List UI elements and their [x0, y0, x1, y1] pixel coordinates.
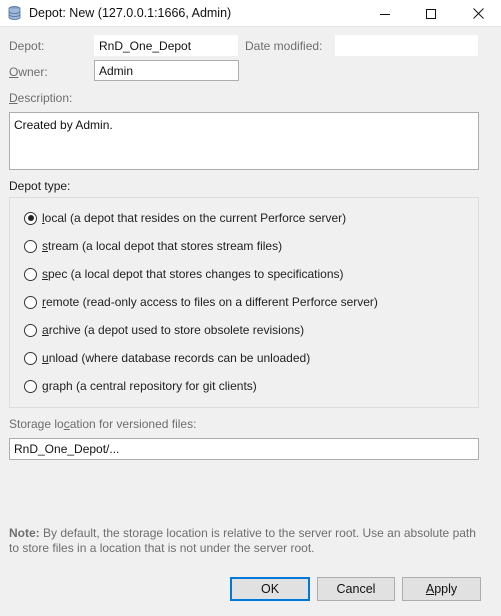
date-modified-field: [335, 35, 478, 56]
radio-button[interactable]: [24, 351, 37, 365]
title-bar: Depot: New (127.0.0.1:1666, Admin): [0, 0, 501, 27]
radio-stream[interactable]: stream (a local depot that stores stream…: [24, 237, 282, 255]
description-label: Description:: [9, 91, 73, 105]
cancel-button[interactable]: Cancel: [317, 577, 395, 601]
radio-local[interactable]: local (a depot that resides on the curre…: [24, 209, 346, 227]
close-button[interactable]: [455, 0, 501, 27]
radio-button[interactable]: [24, 295, 37, 309]
storage-location-input[interactable]: RnD_One_Depot/...: [9, 438, 479, 460]
radio-spec-label: spec (a local depot that stores changes …: [42, 267, 344, 281]
owner-label: Owner:: [9, 65, 48, 79]
storage-location-label: Storage location for versioned files:: [9, 417, 197, 431]
database-icon: [8, 6, 21, 20]
radio-archive[interactable]: archive (a depot used to store obsolete …: [24, 321, 304, 339]
apply-button[interactable]: Apply: [402, 577, 481, 601]
radio-button[interactable]: [24, 267, 37, 281]
close-icon: [472, 8, 484, 19]
ok-button[interactable]: OK: [230, 577, 310, 601]
radio-button[interactable]: [24, 323, 37, 337]
description-textarea[interactable]: Created by Admin.: [9, 112, 479, 170]
depot-label: Depot:: [9, 39, 45, 53]
depot-type-label: Depot type:: [9, 179, 71, 193]
radio-spec[interactable]: spec (a local depot that stores changes …: [24, 265, 344, 283]
window-title: Depot: New (127.0.0.1:1666, Admin): [29, 6, 232, 20]
storage-note: Note: By default, the storage location i…: [9, 526, 476, 555]
maximize-button[interactable]: [408, 0, 454, 27]
depot-type-group: local (a depot that resides on the curre…: [9, 197, 479, 408]
radio-unload[interactable]: unload (where database records can be un…: [24, 349, 310, 367]
radio-graph-label: graph (a central repository for git clie…: [42, 379, 257, 393]
maximize-icon: [426, 8, 436, 19]
radio-button[interactable]: [24, 239, 37, 253]
radio-unload-label: unload (where database records can be un…: [42, 351, 311, 365]
radio-archive-label: archive (a depot used to store obsolete …: [42, 323, 305, 337]
depot-name-field: RnD_One_Depot: [94, 35, 238, 56]
minimize-button[interactable]: [362, 0, 408, 27]
minimize-icon: [380, 13, 390, 15]
radio-remote-label: remote (read-only access to files on a d…: [42, 295, 378, 309]
radio-stream-label: stream (a local depot that stores stream…: [42, 239, 283, 253]
owner-input[interactable]: Admin: [94, 60, 239, 81]
radio-remote[interactable]: remote (read-only access to files on a d…: [24, 293, 378, 311]
radio-graph[interactable]: graph (a central repository for git clie…: [24, 377, 257, 395]
radio-local-label: local (a depot that resides on the curre…: [42, 211, 347, 225]
radio-button[interactable]: [24, 379, 37, 393]
date-modified-label: Date modified:: [245, 39, 323, 53]
radio-button[interactable]: [24, 211, 37, 225]
